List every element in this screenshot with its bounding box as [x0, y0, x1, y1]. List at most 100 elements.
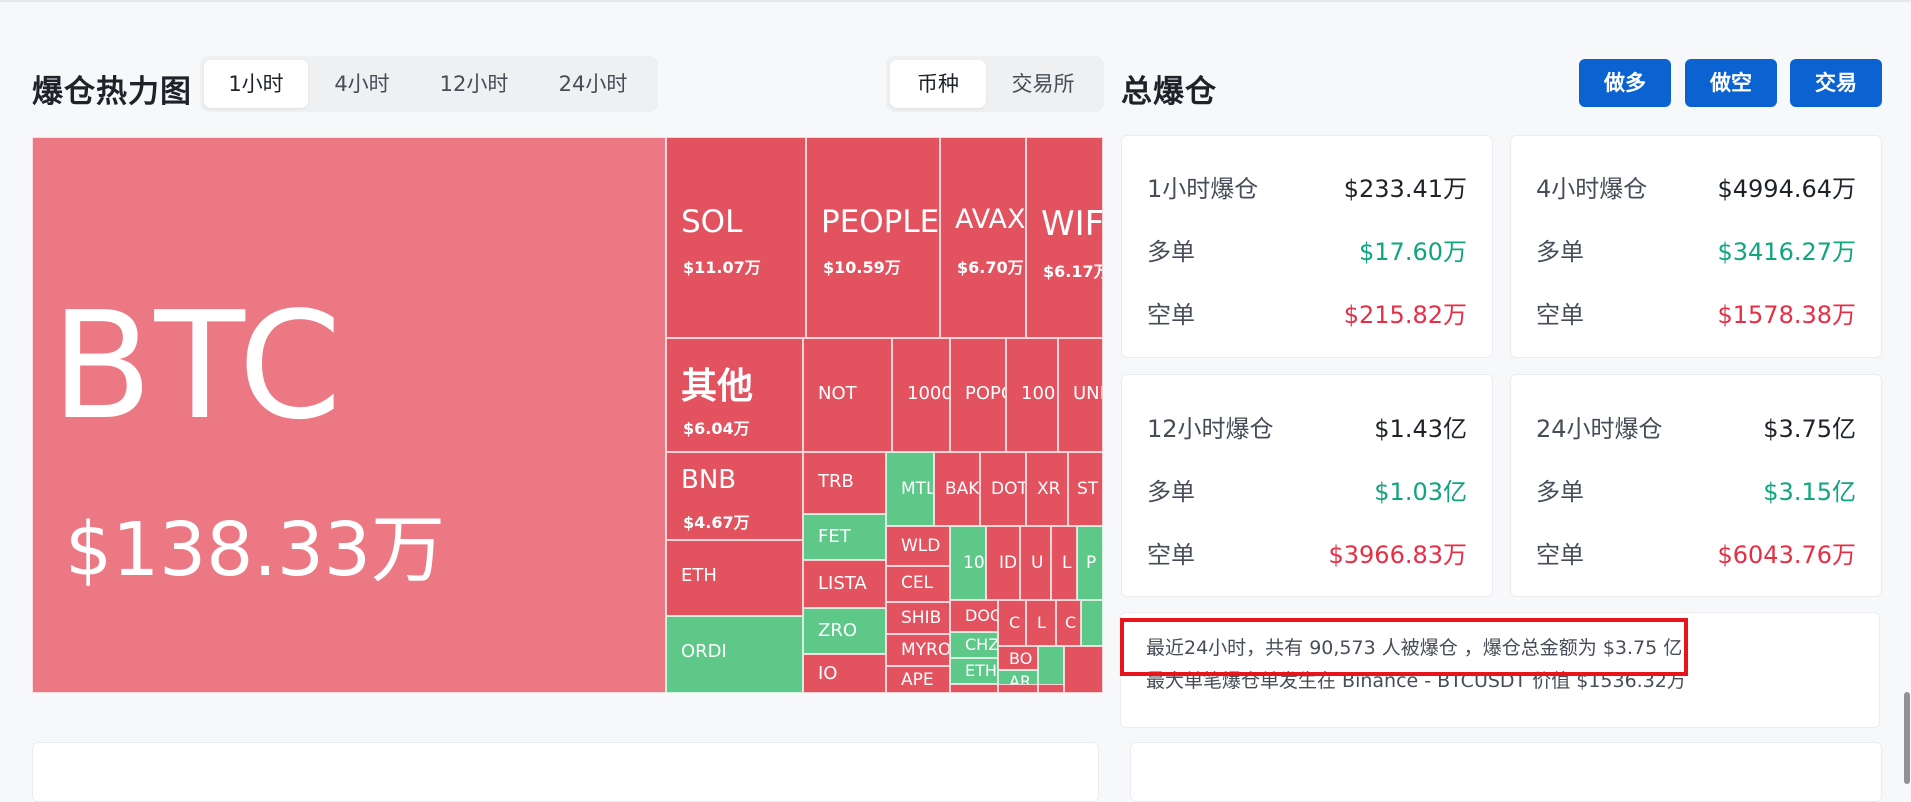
tile-dog[interactable]: DOG [950, 600, 998, 632]
card-label: 1小时爆仓 [1147, 174, 1259, 203]
tile-symbol: 100( [1021, 383, 1057, 404]
tile-eth2[interactable]: ETH [950, 658, 998, 684]
trade-button[interactable]: 交易 [1790, 59, 1882, 107]
tile-myro[interactable]: MYRO [886, 634, 950, 666]
tile-1000b[interactable]: 100( [1006, 338, 1058, 452]
tile-p[interactable]: P [1077, 526, 1103, 600]
tab-12h[interactable]: 12小时 [416, 60, 532, 108]
tile-id[interactable]: ID [986, 526, 1020, 600]
tile-value: $6.04万 [683, 419, 750, 438]
tile-symbol: 其他 [681, 366, 754, 407]
tile-shib[interactable]: SHIB [886, 602, 950, 634]
tab-4h[interactable]: 4小时 [308, 60, 416, 108]
tile-symbol: L [1062, 553, 1072, 573]
tab-1h[interactable]: 1小时 [204, 60, 308, 108]
tile-value: $6.70万 [957, 258, 1024, 277]
card-label: 24小时爆仓 [1536, 414, 1663, 443]
tile-symbol: AVAX [955, 204, 1026, 235]
tile-symbol: CEL [901, 573, 934, 593]
tile-c2[interactable]: C [1056, 600, 1081, 646]
short-button[interactable]: 做空 [1685, 59, 1777, 107]
tile-not[interactable]: NOT [803, 338, 892, 452]
card-total: $1.43亿 [1374, 414, 1467, 443]
tile-btc[interactable]: BTC $138.33万 [32, 137, 666, 693]
tile-misc-green[interactable] [1081, 600, 1103, 646]
tile-eth[interactable]: ETH [666, 540, 803, 616]
total-title: 总爆仓 [1121, 74, 1217, 110]
tile-lista[interactable]: LISTA [803, 560, 886, 608]
tile-other[interactable]: 其他 $6.04万 [666, 338, 803, 452]
tile-u[interactable]: U [1020, 526, 1051, 600]
short-value: $215.82万 [1343, 300, 1467, 329]
scrollbar-thumb[interactable] [1904, 692, 1910, 784]
tile-cel[interactable]: CEL [886, 566, 950, 602]
tile-mtl[interactable]: MTL [886, 452, 934, 526]
tile-dot[interactable]: DOT [980, 452, 1026, 526]
tile-popcat[interactable]: POPC [950, 338, 1006, 452]
highlight-box [1120, 618, 1688, 676]
tile-symbol: MTL [901, 479, 934, 499]
tile-symbol: ETH [965, 661, 997, 680]
long-value: $1.03亿 [1374, 477, 1467, 506]
tile-symbol: C [1009, 613, 1021, 632]
tile-xr[interactable]: XR [1026, 452, 1068, 526]
tile-chz[interactable]: CHZ [950, 632, 998, 658]
long-button[interactable]: 做多 [1579, 59, 1671, 107]
tile-symbol: IO [818, 663, 838, 684]
short-label: 空单 [1536, 300, 1584, 329]
short-value: $1578.38万 [1717, 300, 1856, 329]
tile-io[interactable]: IO [803, 654, 886, 693]
tile-ygg[interactable] [950, 684, 998, 693]
tile-symbol: SOL [681, 204, 743, 240]
tile-wld[interactable]: WLD [886, 526, 950, 566]
tile-symbol: WLD [901, 536, 941, 556]
tile-ordi[interactable]: ORDI [666, 616, 803, 693]
card-24h: 24小时爆仓 $3.75亿 多单 $3.15亿 空单 $6043.76万 [1510, 374, 1882, 597]
tile-symbol: TRB [818, 471, 854, 492]
view-tabs: 币种 交易所 [886, 56, 1104, 112]
tile-people[interactable]: PEOPLE $10.59万 [806, 137, 940, 338]
tile-symbol: ETH [681, 565, 717, 586]
tile-1000a[interactable]: 1000 [892, 338, 950, 452]
tile-ape[interactable]: APE [886, 666, 950, 693]
tile-symbol: NOT [818, 383, 857, 404]
short-value: $3966.83万 [1328, 540, 1467, 569]
tile-symbol: 10 [963, 553, 985, 573]
card-label: 12小时爆仓 [1147, 414, 1274, 443]
tile-symbol: DOG [965, 606, 997, 625]
tile-jas[interactable] [998, 684, 1038, 693]
tile-10[interactable]: 10 [950, 526, 986, 600]
tab-coin[interactable]: 币种 [890, 60, 986, 108]
tile-zro[interactable]: ZRO [803, 608, 886, 654]
tile-value: $4.67万 [683, 513, 750, 532]
tile-bnb[interactable]: BNB $4.67万 [666, 452, 803, 540]
tile-symbol: WIF [1041, 204, 1103, 244]
tile-l2[interactable]: L [1026, 600, 1056, 646]
tile-value: $6.17万 [1043, 262, 1103, 281]
tile-sol[interactable]: SOL $11.07万 [666, 137, 806, 338]
tile-wif[interactable]: WIF $6.17万 [1026, 137, 1103, 338]
tile-c1[interactable]: C [998, 600, 1026, 646]
tile-l[interactable]: L [1051, 526, 1077, 600]
tile-me[interactable] [1038, 684, 1064, 693]
time-range-tabs: 1小时 4小时 12小时 24小时 [200, 56, 658, 112]
tile-symbol: SHIB [901, 608, 942, 628]
tile-symbol: C [1065, 613, 1077, 632]
tile-symbol: U [1031, 553, 1044, 573]
tab-24h[interactable]: 24小时 [532, 60, 654, 108]
tile-fet[interactable]: FET [803, 514, 886, 560]
tab-exchange[interactable]: 交易所 [986, 60, 1100, 108]
tile-unf[interactable]: UNF [1058, 338, 1103, 452]
tile-symbol: L [1037, 613, 1046, 632]
tile-symbol: P [1086, 553, 1097, 573]
tile-avax[interactable]: AVAX $6.70万 [940, 137, 1026, 338]
tile-misc-red[interactable] [1064, 646, 1103, 693]
tile-st[interactable]: ST [1068, 452, 1103, 526]
tile-trb[interactable]: TRB [803, 452, 886, 514]
tile-symbol: MYRO [901, 640, 950, 660]
tile-bo[interactable]: BO [998, 646, 1038, 670]
tile-value: $11.07万 [683, 258, 761, 277]
heatmap-title: 爆仓热力图 [32, 74, 192, 110]
tile-bak[interactable]: BAK [934, 452, 980, 526]
card-total: $3.75亿 [1763, 414, 1856, 443]
